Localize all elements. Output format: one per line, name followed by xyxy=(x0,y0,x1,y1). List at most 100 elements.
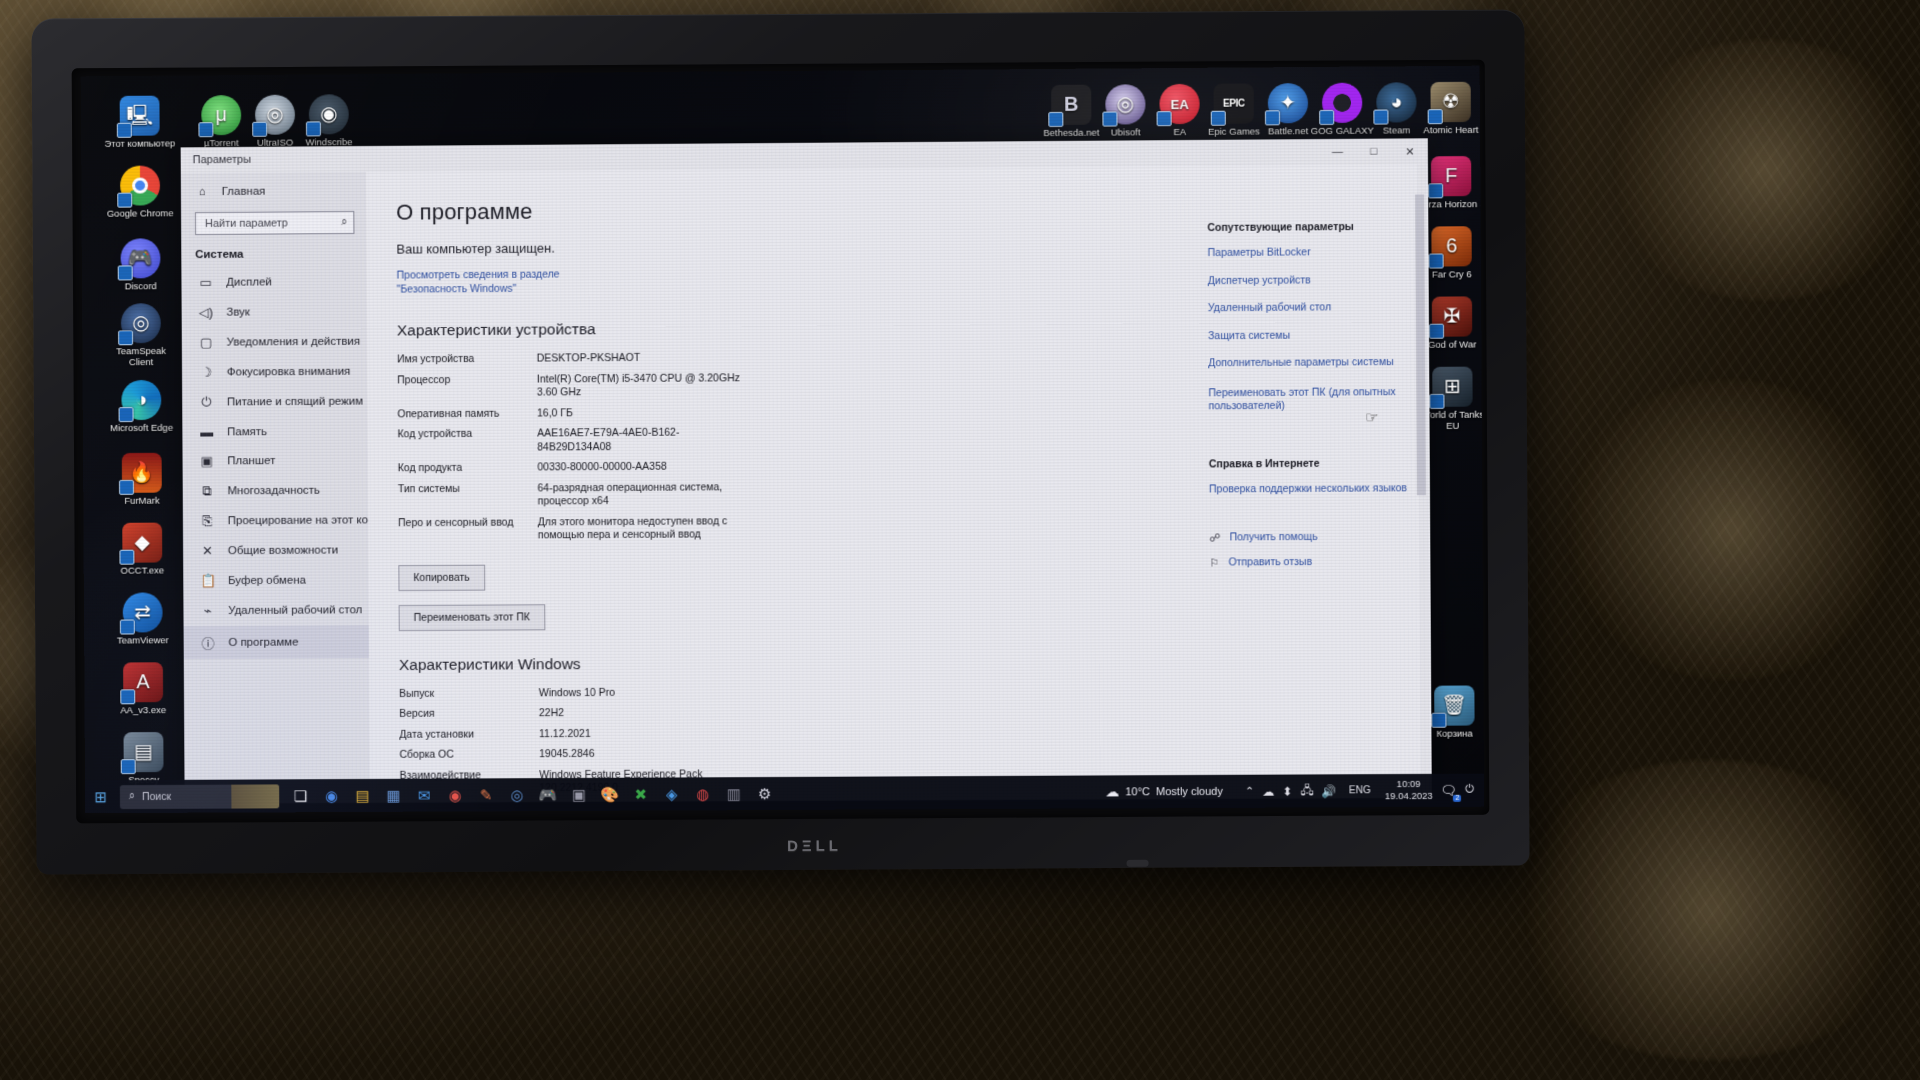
taskbar-app-settings[interactable]: ⚙ xyxy=(749,777,780,810)
sidebar-item-tablet[interactable]: ▣ Планшет xyxy=(182,446,367,477)
settings-window[interactable]: Параметры — □ ✕ ⌂ Главная Найти параметр… xyxy=(180,138,1432,804)
send-feedback-action[interactable]: ⚐ Отправить отзыв xyxy=(1209,555,1410,570)
related-link-device-manager[interactable]: Диспетчер устройств xyxy=(1208,273,1409,288)
search-icon: ⌕ xyxy=(341,216,348,229)
taskbar-app-teamspeak[interactable]: ◎ xyxy=(501,778,532,811)
spec-row-os-build: Сборка ОС 19045.2846 xyxy=(399,744,1431,763)
network-icon[interactable]: 🖧 xyxy=(1300,780,1314,801)
spec-value: Intel(R) Core(TM) i5-3470 CPU @ 3.20GHz … xyxy=(536,371,740,399)
scrollbar-thumb[interactable] xyxy=(1415,194,1426,496)
search-thumbnail-strip xyxy=(231,783,280,809)
maximize-button[interactable]: □ xyxy=(1355,139,1391,165)
ultraiso-icon: ◎ xyxy=(254,94,296,135)
furmark-icon: 🔥 xyxy=(121,452,162,493)
sidebar-item-remote-desktop[interactable]: ⌁ Удаленный рабочий стол xyxy=(183,595,368,626)
monitor-icon: ▭ xyxy=(199,274,213,290)
taskbar-app-store[interactable]: ▦ xyxy=(378,779,409,812)
related-link-bitlocker[interactable]: Параметры BitLocker xyxy=(1208,246,1409,261)
taskbar-search-input[interactable]: ⌕ Поиск xyxy=(119,783,280,809)
spec-key: Сборка ОС xyxy=(399,748,454,761)
sidebar-item-home[interactable]: ⌂ Главная xyxy=(181,178,366,205)
epic-games-icon: EPIC xyxy=(1213,83,1254,124)
sidebar-item-storage[interactable]: ▬ Память xyxy=(182,417,367,447)
taskbar-app-mail[interactable]: ✉ xyxy=(409,779,440,812)
desktop-icon-teamviewer[interactable]: ⇄ TeamViewer xyxy=(106,592,180,647)
gog-galaxy-icon xyxy=(1321,82,1363,124)
cloud-icon: ☁ xyxy=(1105,783,1120,800)
sidebar-item-focus-assist[interactable]: ☽ Фокусировка внимания xyxy=(182,357,367,388)
sidebar-item-power-sleep[interactable]: ⏻ Питание и спящий режим xyxy=(182,387,367,418)
task-view-icon[interactable]: ❏ xyxy=(285,779,316,812)
sidebar-item-shared-experiences[interactable]: ✕ Общие возможности xyxy=(183,535,368,566)
online-help-header: Справка в Интернете xyxy=(1208,457,1320,471)
onedrive-icon[interactable]: ☁ xyxy=(1262,784,1274,798)
copy-device-specs-button[interactable]: Копировать xyxy=(398,564,485,591)
moon-icon: ☽ xyxy=(200,364,213,380)
desktop-icon-aa-v3[interactable]: A AA_v3.exe xyxy=(106,662,180,716)
taskbar-app-chrome[interactable]: ◉ xyxy=(316,779,347,812)
related-link-advanced-system-settings[interactable]: Дополнительные параметры системы xyxy=(1208,356,1409,371)
power-status-icon[interactable]: ⏻ xyxy=(1465,784,1474,797)
chrome-icon xyxy=(120,165,161,206)
desktop-icon-microsoft-edge[interactable]: ◑ Microsoft Edge xyxy=(104,379,178,434)
desktop-icon-furmark[interactable]: 🔥 FurMark xyxy=(105,452,179,507)
desktop-icon-windscribe[interactable]: ◉ Windscribe xyxy=(292,94,366,148)
chevron-up-icon[interactable]: ⌃ xyxy=(1245,785,1254,798)
sidebar-item-about[interactable]: ⓘ О программе xyxy=(183,625,370,660)
taskbar-weather-widget[interactable]: ☁ 10°C Mostly cloudy xyxy=(1105,783,1223,801)
volume-icon[interactable]: 🔊 xyxy=(1322,784,1337,798)
sidebar-item-notifications[interactable]: ▢ Уведомления и действия xyxy=(182,327,367,358)
desktop-icon-this-pc[interactable]: 🖳 Этот компьютер xyxy=(103,95,177,150)
taskbar-app-calculator[interactable]: ▥ xyxy=(718,777,749,810)
sidebar-item-sound[interactable]: ◁) Звук xyxy=(182,297,367,328)
settings-search-input[interactable]: Найти параметр ⌕ xyxy=(194,210,355,236)
system-tray[interactable]: ☁ 10°C Mostly cloudy ⌃ ☁ ⬍ 🖧 🔊 ENG 10:09… xyxy=(1105,779,1484,804)
notification-center-icon[interactable]: 🗨 2 xyxy=(1441,782,1462,802)
related-settings-panel: Сопутствующие параметры Параметры BitLoc… xyxy=(1207,221,1409,428)
windscribe-icon: ◉ xyxy=(308,94,349,135)
related-link-system-protection[interactable]: Защита системы xyxy=(1208,328,1409,343)
desktop-icon-discord[interactable]: 🎮 Discord xyxy=(104,238,178,292)
windows-start-icon[interactable]: ⊞ xyxy=(85,780,116,813)
taskbar-app-file-explorer[interactable]: ▤ xyxy=(347,779,378,812)
taskbar-app-discord[interactable]: 🎮 xyxy=(532,778,563,811)
desktop-icon-atomic-heart[interactable]: ☢ Atomic Heart xyxy=(1413,81,1484,137)
taskbar-app-opera[interactable]: ◍ xyxy=(687,777,718,810)
windows-desktop[interactable]: 🖳 Этот компьютер Google Chrome 🎮 Discord… xyxy=(80,65,1485,814)
desktop-icon-google-chrome[interactable]: Google Chrome xyxy=(103,165,177,220)
taskbar[interactable]: ⊞ ⌕ Поиск ❏ ◉ ▤ ▦ ✉ ◉ ✎ ◎ 🎮 ▣ 🎨 ✖ ◈ ◍ ▥ … xyxy=(85,773,1485,814)
desktop-icon-occt[interactable]: ◆ OCCT.exe xyxy=(105,522,179,577)
taskbar-app-box[interactable]: ▣ xyxy=(563,778,594,811)
spec-key: Перо и сенсорный ввод xyxy=(398,516,514,529)
get-help-action[interactable]: ☍ Получить помощь xyxy=(1209,530,1410,544)
sidebar-item-projecting[interactable]: ⎘ Проецирование на этот компьютер xyxy=(183,505,370,536)
desktop-icon-speccy[interactable]: ▤ Speccy xyxy=(107,732,181,786)
clipboard-icon: 📋 xyxy=(200,573,217,589)
taskbar-app-media[interactable]: ◈ xyxy=(656,777,687,810)
security-details-link[interactable]: Просмотреть сведения в разделе "Безопасн… xyxy=(397,267,627,297)
taskbar-clock[interactable]: 10:09 19.04.2023 xyxy=(1385,779,1433,802)
sidebar-item-display[interactable]: ▭ Дисплей xyxy=(181,267,366,298)
usb-icon[interactable]: ⬍ xyxy=(1282,784,1292,798)
close-button[interactable]: ✕ xyxy=(1392,138,1428,164)
help-link-multilanguage[interactable]: Проверка поддержки нескольких языков xyxy=(1209,482,1410,497)
spec-value: 11.12.2021 xyxy=(538,727,591,740)
sidebar-item-multitasking[interactable]: ⧉ Многозадачность xyxy=(183,475,368,506)
related-link-rename-pc-advanced[interactable]: Переименовать этот ПК (для опытных польз… xyxy=(1208,386,1409,414)
desktop-icon-teamspeak-client[interactable]: ◎ TeamSpeak Client xyxy=(104,303,178,368)
rename-pc-button[interactable]: Переименовать этот ПК xyxy=(398,603,546,631)
taskbar-app-paint[interactable]: 🎨 xyxy=(594,778,625,811)
taskbar-app-xbox[interactable]: ✖ xyxy=(625,778,656,811)
edge-icon: ◑ xyxy=(121,379,162,421)
get-help-label: Получить помощь xyxy=(1229,530,1318,543)
related-link-remote-desktop[interactable]: Удаленный рабочий стол xyxy=(1208,301,1409,316)
spec-key: Имя устройства xyxy=(397,352,475,366)
taskbar-app-editor[interactable]: ✎ xyxy=(470,778,501,811)
minimize-button[interactable]: — xyxy=(1319,139,1355,165)
spec-row-version: Версия 22H2 xyxy=(399,703,1431,722)
desktop-icon-label: Atomic Heart xyxy=(1423,124,1479,137)
settings-sidebar[interactable]: ⌂ Главная Найти параметр ⌕ Система ▭ Дис… xyxy=(180,171,370,804)
taskbar-app-chrome-active[interactable]: ◉ xyxy=(440,778,471,811)
language-indicator[interactable]: ENG xyxy=(1349,785,1371,796)
sidebar-item-clipboard[interactable]: 📋 Буфер обмена xyxy=(183,565,368,596)
